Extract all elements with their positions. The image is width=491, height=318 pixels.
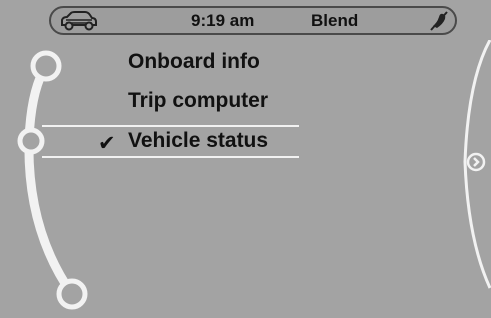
menu-item-vehicle-status[interactable]: Vehicle status [128,129,268,153]
menu-item-trip-computer[interactable]: Trip computer [128,89,268,113]
display-screen: 9:19 am Blend Onboard info Trip computer… [0,0,491,318]
selection-line-bottom [42,156,299,158]
right-panel-arc[interactable] [450,40,491,290]
selection-line-top [42,125,299,127]
menu-item-onboard-info[interactable]: Onboard info [128,50,260,74]
menu-scroll-rail [17,50,88,310]
mute-icon [428,10,450,37]
clock: 9:19 am [191,11,255,30]
rail-bottom-knob [56,278,88,310]
rail-top-knob [30,50,62,82]
checkmark-icon: ✔ [98,132,116,155]
chevron-right-icon[interactable] [466,152,486,172]
audio-source-label: Blend [311,11,359,30]
status-bar: 9:19 am Blend [49,6,457,35]
rail-position-indicator [17,127,45,155]
